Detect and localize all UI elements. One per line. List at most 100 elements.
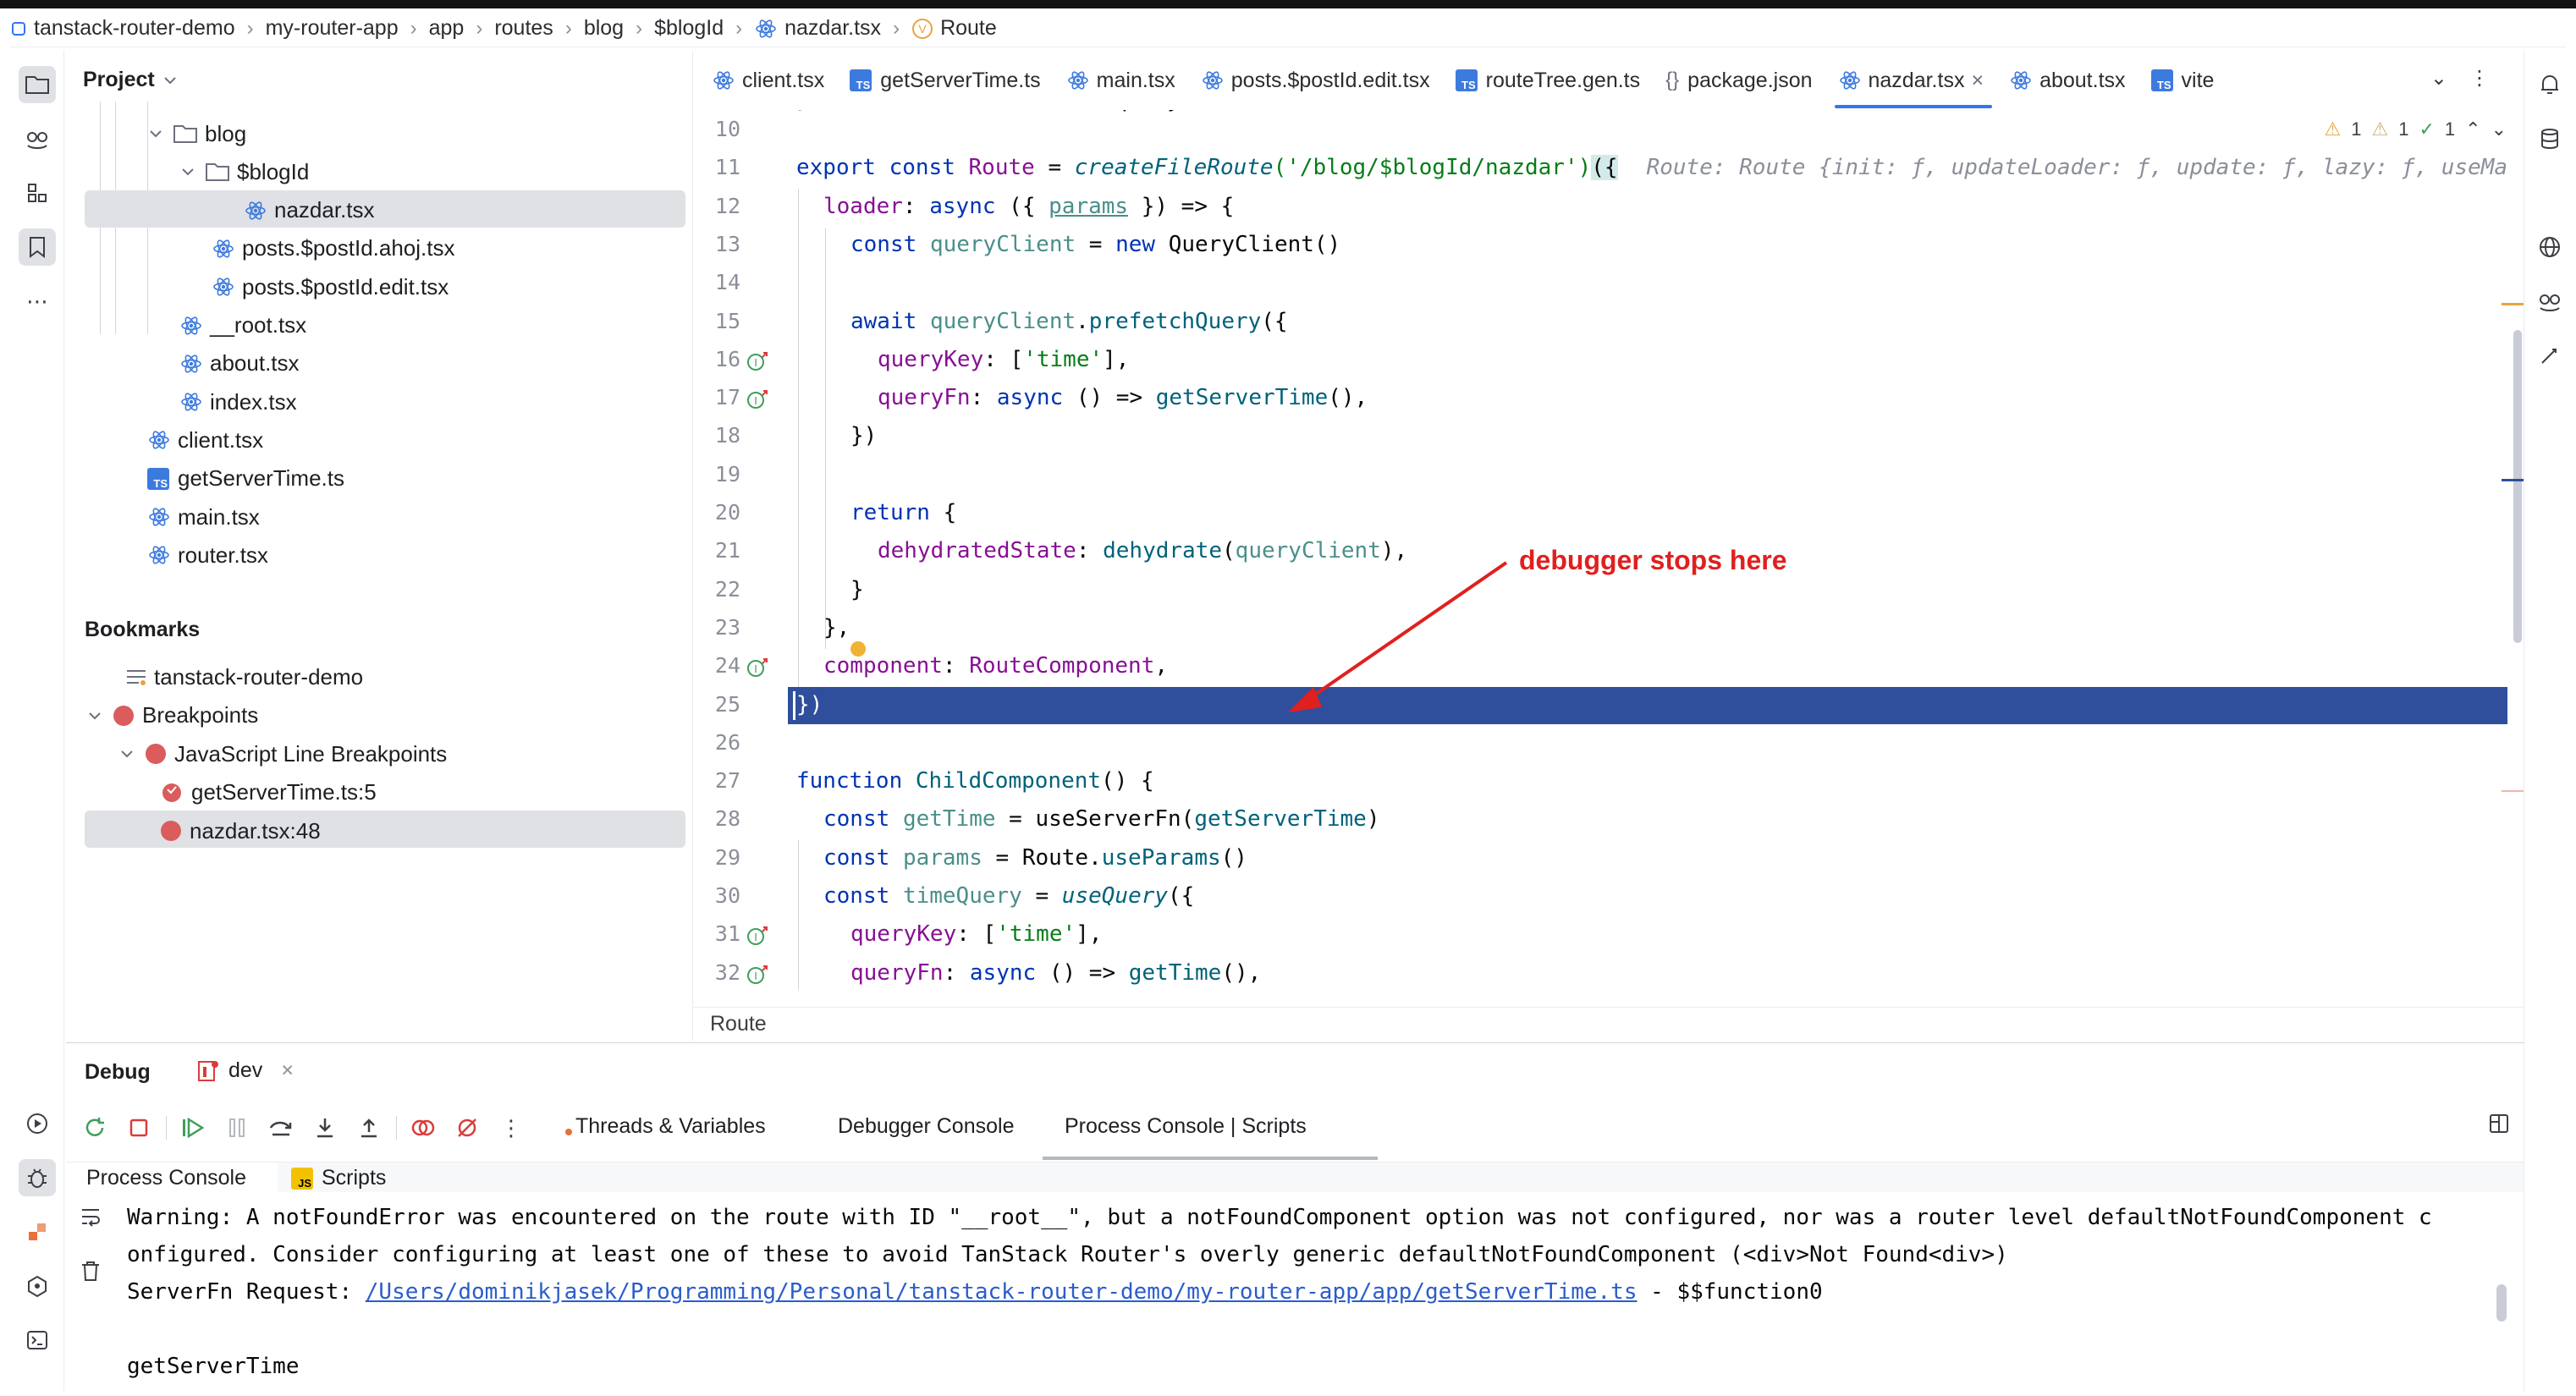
stop-button[interactable] [122, 1111, 156, 1145]
tree-item[interactable]: posts.$postId.ahoj.tsx [212, 230, 454, 267]
editor-tab[interactable]: TS vite [2141, 51, 2230, 110]
line-number[interactable]: 24 [693, 653, 740, 678]
ai-assistant-button[interactable] [2531, 283, 2568, 320]
breadcrumb-item-symbol[interactable]: V Route [911, 16, 997, 41]
structure-tool-button[interactable] [19, 174, 56, 212]
web-button[interactable] [2531, 228, 2568, 266]
line-number[interactable]: 25 [693, 692, 740, 717]
line-number[interactable]: 12 [693, 194, 740, 218]
graphql-tool-button[interactable] [19, 1267, 56, 1305]
editor-tab[interactable]: TS routeTree.gen.ts [1445, 51, 1656, 110]
tab-scripts[interactable]: JS Scripts [291, 1166, 386, 1190]
database-button[interactable] [2531, 120, 2568, 157]
tab-threads-variables[interactable]: Threads & Variables [565, 1114, 766, 1139]
position-stripe-marker[interactable] [2502, 479, 2524, 481]
line-number[interactable]: 31 [693, 921, 740, 946]
line-number[interactable]: 14 [693, 270, 740, 294]
line-number[interactable]: 22 [693, 577, 740, 602]
server-fn-file-link[interactable]: /Users/dominikjasek/Programming/Personal… [366, 1279, 1638, 1305]
implements-icon[interactable]: I [746, 387, 771, 412]
line-number[interactable]: 13 [693, 232, 740, 256]
close-icon[interactable]: × [1971, 69, 1984, 93]
line-number[interactable]: 32 [693, 960, 740, 985]
bookmark-item[interactable]: JavaScript Line Breakpoints [118, 735, 447, 772]
line-number[interactable]: 28 [693, 806, 740, 831]
breadcrumb-item-file[interactable]: nazdar.tsx [754, 16, 881, 41]
breadcrumb-item-routes[interactable]: routes [494, 16, 553, 41]
tree-item[interactable]: posts.$postId.edit.tsx [212, 268, 449, 305]
bookmark-item[interactable]: nazdar.tsx:48 [151, 812, 321, 849]
rerun-button[interactable] [78, 1111, 112, 1145]
editor-tab[interactable]: nazdar.tsx × [1828, 51, 2000, 110]
tree-item[interactable]: __root.tsx [179, 307, 306, 344]
tab-process-console-scripts[interactable]: Process Console | Scripts [1065, 1114, 1307, 1139]
chevron-down-icon[interactable]: ⌄ [2430, 66, 2447, 91]
close-icon[interactable]: × [281, 1058, 294, 1083]
more-tools-button[interactable]: ⋯ [19, 283, 56, 320]
breadcrumb-item-blog[interactable]: blog [584, 16, 624, 41]
step-into-button[interactable] [308, 1111, 342, 1145]
bookmark-item[interactable]: Breakpoints [86, 697, 258, 734]
more-options-button[interactable]: ⋮ [494, 1111, 528, 1145]
editor-tab[interactable]: main.tsx [1056, 51, 1191, 110]
line-number[interactable]: 21 [693, 538, 740, 563]
bookmarks-tool-button[interactable] [19, 228, 56, 266]
implements-icon[interactable]: I [746, 349, 771, 374]
line-number[interactable]: 15 [693, 309, 740, 333]
warning-stripe-marker[interactable] [2502, 303, 2524, 305]
mute-breakpoints-button[interactable] [450, 1111, 484, 1145]
tree-item[interactable]: $blogId [179, 153, 309, 190]
pencil-button[interactable] [2531, 337, 2568, 374]
tree-item[interactable]: client.tsx [147, 421, 263, 459]
process-console-output[interactable]: Warning: A notFoundError was encountered… [66, 1191, 2524, 1393]
chevron-down-icon[interactable] [86, 710, 103, 722]
tree-item[interactable]: main.tsx [147, 498, 260, 536]
more-vertical-icon[interactable]: ⋮ [2469, 66, 2490, 91]
implements-icon[interactable]: I [746, 923, 771, 948]
chevron-down-icon[interactable] [179, 166, 196, 178]
editor-tab[interactable]: posts.$postId.edit.tsx [1191, 51, 1445, 110]
editor-scrollbar-thumb[interactable] [2513, 330, 2522, 643]
chevron-down-icon[interactable] [147, 128, 164, 140]
line-number[interactable]: 20 [693, 500, 740, 525]
debug-tool-button[interactable] [19, 1159, 56, 1196]
notifications-button[interactable] [2531, 66, 2568, 103]
breadcrumb-item-app-folder[interactable]: my-router-app [266, 16, 399, 41]
soft-wrap-button[interactable] [80, 1205, 103, 1234]
services-tool-button[interactable] [19, 1213, 56, 1250]
line-number[interactable]: 23 [693, 615, 740, 640]
bookmark-item[interactable]: tanstack-router-demo [118, 658, 363, 695]
tab-process-console[interactable]: Process Console [86, 1166, 246, 1190]
bookmark-item[interactable]: getServerTime.ts:5 [151, 774, 377, 811]
tab-debugger-console[interactable]: Debugger Console [838, 1114, 1014, 1139]
resume-button[interactable] [176, 1111, 210, 1145]
pause-button[interactable] [220, 1111, 254, 1145]
error-stripe-marker[interactable] [2502, 790, 2524, 792]
line-number[interactable]: 10 [693, 117, 740, 141]
line-number[interactable]: 16 [693, 347, 740, 371]
editor-tab[interactable]: client.tsx [702, 51, 839, 110]
line-number[interactable]: 26 [693, 730, 740, 755]
breadcrumb-item-project[interactable]: tanstack-router-demo [10, 16, 235, 41]
copilot-tool-button[interactable] [19, 120, 56, 157]
line-number[interactable]: 18 [693, 423, 740, 448]
line-number[interactable]: 29 [693, 845, 740, 870]
layout-button[interactable] [2488, 1113, 2510, 1140]
line-number[interactable]: 27 [693, 768, 740, 793]
project-tool-button[interactable] [19, 66, 56, 103]
editor-tab[interactable]: about.tsx [1999, 51, 2140, 110]
editor-tab[interactable]: {} package.json [1655, 51, 1827, 110]
console-scrollbar-thumb[interactable] [2496, 1284, 2507, 1322]
implements-icon[interactable]: I [746, 962, 771, 987]
step-out-button[interactable] [352, 1111, 386, 1145]
breadcrumb-item-blogid[interactable]: $blogId [654, 16, 724, 41]
line-number[interactable]: 30 [693, 883, 740, 908]
line-number[interactable]: 11 [693, 155, 740, 179]
editor-breadcrumb[interactable]: Route [693, 1007, 2524, 1041]
view-breakpoints-button[interactable] [406, 1111, 440, 1145]
tree-item[interactable]: about.tsx [179, 345, 300, 382]
tree-item[interactable]: router.tsx [147, 536, 268, 574]
tree-item[interactable]: index.tsx [179, 383, 297, 420]
line-number[interactable]: 17 [693, 385, 740, 409]
breadcrumb-item-app[interactable]: app [429, 16, 465, 41]
